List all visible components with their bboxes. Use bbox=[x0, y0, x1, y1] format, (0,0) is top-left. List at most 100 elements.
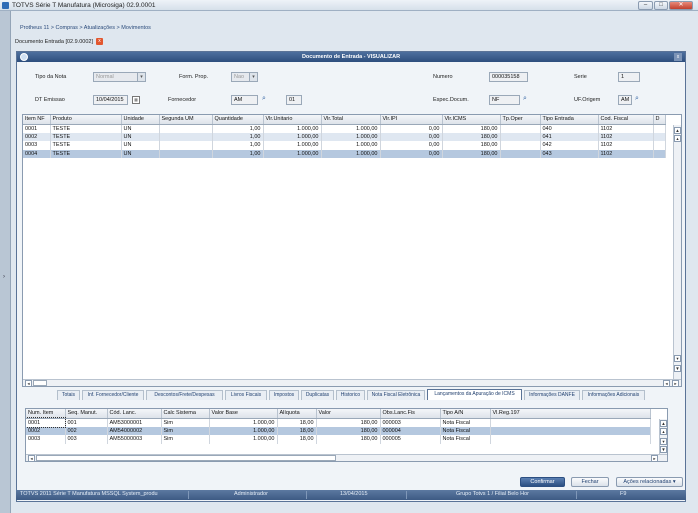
cell[interactable]: 1.000,00 bbox=[263, 149, 322, 158]
col-header[interactable]: Vlr.Unitario bbox=[263, 115, 322, 125]
cell[interactable]: 0003 bbox=[23, 141, 51, 150]
chevron-down-icon[interactable]: ▾ bbox=[249, 73, 257, 81]
tab-historico[interactable]: Historico bbox=[336, 390, 365, 400]
col-header[interactable]: Obs.Lanc.Fis bbox=[380, 409, 441, 419]
cell[interactable]: 0002 bbox=[23, 132, 51, 141]
icms-horizontal-scrollbar[interactable]: ◂ ▸ bbox=[26, 454, 667, 461]
cell[interactable] bbox=[159, 132, 213, 141]
tab-nfe[interactable]: Nota Fiscal Eletrônica bbox=[367, 390, 425, 400]
tab-informacoes-danfe[interactable]: Informações DANFE bbox=[524, 390, 580, 400]
col-header[interactable]: Tipo A/N bbox=[440, 409, 491, 419]
cell[interactable]: 180,00 bbox=[442, 149, 501, 158]
cell[interactable]: 1102 bbox=[598, 149, 654, 158]
tab-informacoes-adicionais[interactable]: Informações Adicionais bbox=[582, 390, 645, 400]
close-document-tab-icon[interactable]: x bbox=[95, 38, 103, 45]
col-header[interactable]: Vlr.IPI bbox=[380, 115, 443, 125]
document-tab-label[interactable]: Documento Entrada [02.9.0002] bbox=[15, 39, 93, 45]
confirm-button[interactable]: Confirmar bbox=[520, 477, 565, 487]
cell[interactable]: 0001 bbox=[26, 417, 66, 428]
col-header[interactable]: Vlr.ICMS bbox=[442, 115, 501, 125]
cell[interactable]: 041 bbox=[540, 132, 599, 141]
document-tab[interactable]: Documento Entrada [02.9.0002] x bbox=[15, 38, 103, 48]
cell[interactable]: AM55000003 bbox=[107, 435, 162, 444]
tab-inf-fornecedor[interactable]: Inf. Fornecedor/Cliente bbox=[82, 390, 144, 400]
cell[interactable]: 0004 bbox=[23, 149, 51, 158]
uf-origem-search-icon[interactable]: ⌕ bbox=[635, 95, 643, 103]
cell[interactable]: 042 bbox=[540, 141, 599, 150]
cell[interactable]: Sim bbox=[161, 426, 210, 435]
form-prop-select[interactable]: Nao ▾ bbox=[231, 72, 258, 82]
cell[interactable]: 043 bbox=[540, 149, 599, 158]
cell[interactable]: TESTE bbox=[50, 132, 122, 141]
cell[interactable] bbox=[653, 149, 666, 158]
table-row[interactable]: 0001 001 AM53000001 Sim 1.000,00 18,00 1… bbox=[26, 417, 651, 428]
col-header[interactable]: Produto bbox=[50, 115, 122, 125]
cell[interactable] bbox=[653, 132, 666, 141]
cell[interactable]: 180,00 bbox=[442, 124, 501, 133]
cell[interactable]: 180,00 bbox=[316, 418, 381, 427]
scroll-left-icon[interactable]: ◂ bbox=[28, 455, 35, 461]
col-header[interactable]: Cód. Lanc. bbox=[107, 409, 162, 419]
tab-livros-fiscais[interactable]: Livros Fiscais bbox=[225, 390, 267, 400]
cell[interactable]: 180,00 bbox=[442, 132, 501, 141]
cell[interactable]: 0,00 bbox=[380, 149, 443, 158]
icms-vertical-scrollbar[interactable]: ▲ ▴ ▾ ▼ bbox=[659, 419, 667, 455]
close-button[interactable]: Fechar bbox=[571, 477, 609, 487]
espec-docum-field[interactable]: NF bbox=[489, 95, 520, 105]
col-header[interactable]: Calc Sistema bbox=[161, 409, 210, 419]
fornecedor-loja-field[interactable]: 01 bbox=[286, 95, 302, 105]
cell[interactable]: 040 bbox=[540, 124, 599, 133]
cell[interactable] bbox=[159, 149, 213, 158]
cell[interactable]: 1,00 bbox=[212, 124, 264, 133]
dialog-close-button[interactable]: x bbox=[674, 53, 682, 61]
fornecedor-search-icon[interactable]: ⌕ bbox=[262, 95, 270, 103]
tab-lancamentos-icms[interactable]: Lançamentos da Apuração de ICMS bbox=[427, 389, 522, 400]
scroll-down-icon[interactable]: ▾ bbox=[674, 355, 681, 362]
cell[interactable]: TESTE bbox=[50, 124, 122, 133]
cell[interactable]: 1.000,00 bbox=[321, 141, 381, 150]
cell[interactable] bbox=[490, 426, 651, 435]
cell[interactable]: Sim bbox=[161, 418, 210, 427]
col-header[interactable]: Vl.Reg.197 bbox=[490, 409, 651, 419]
scroll-left-icon[interactable]: ◂ bbox=[25, 380, 32, 386]
scroll-right-icon[interactable]: ▸ bbox=[672, 380, 679, 386]
cell[interactable]: 1.000,00 bbox=[263, 124, 322, 133]
cell[interactable]: 002 bbox=[65, 426, 108, 435]
cell[interactable]: 001 bbox=[65, 418, 108, 427]
breadcrumb[interactable]: Protheus 11 > Compras > Atualizações > M… bbox=[20, 25, 151, 31]
table-row[interactable]: 0003 TESTE UN 1,00 1.000,00 1.000,00 0,0… bbox=[23, 141, 666, 150]
scroll-left-step-icon[interactable]: ◂ bbox=[663, 380, 670, 386]
tipo-nota-select[interactable]: Normal ▾ bbox=[93, 72, 146, 82]
cell[interactable]: 000005 bbox=[380, 435, 441, 444]
dt-emissao-field[interactable]: 10/04/2015 bbox=[93, 95, 128, 105]
cell[interactable]: 000004 bbox=[380, 426, 441, 435]
cell[interactable]: 1.000,00 bbox=[321, 124, 381, 133]
col-header[interactable]: Unidade bbox=[121, 115, 160, 125]
cell[interactable]: 1,00 bbox=[212, 141, 264, 150]
scroll-up-icon[interactable]: ▴ bbox=[674, 135, 681, 142]
col-header[interactable]: Vlr.Total bbox=[321, 115, 381, 125]
cell[interactable]: UN bbox=[121, 149, 160, 158]
cell[interactable]: AM53000001 bbox=[107, 418, 162, 427]
related-actions-button[interactable]: Ações relacionadas ▾ bbox=[616, 477, 683, 487]
scroll-bottom-icon[interactable]: ▼ bbox=[674, 365, 681, 372]
cell[interactable]: UN bbox=[121, 141, 160, 150]
tab-descontos[interactable]: Descontos/Frete/Despesas bbox=[146, 390, 223, 400]
close-window-button[interactable]: ✕ bbox=[669, 1, 693, 10]
col-header[interactable]: Cod. Fiscal bbox=[598, 115, 654, 125]
expand-panel-icon[interactable]: › bbox=[3, 274, 8, 283]
cell[interactable]: 180,00 bbox=[316, 435, 381, 444]
table-row[interactable]: 0002 TESTE UN 1,00 1.000,00 1.000,00 0,0… bbox=[23, 132, 666, 141]
cell[interactable]: Sim bbox=[161, 435, 210, 444]
cell[interactable]: 1102 bbox=[598, 141, 654, 150]
icms-grid[interactable]: Num. Item Seq. Manut. Cód. Lanc. Calc Si… bbox=[25, 408, 668, 462]
scroll-top-icon[interactable]: ▲ bbox=[674, 127, 681, 134]
tab-totais[interactable]: Totais bbox=[57, 390, 80, 400]
chevron-down-icon[interactable]: ▾ bbox=[137, 73, 145, 81]
col-header[interactable]: Seq. Manut. bbox=[65, 409, 108, 419]
cell[interactable]: 1.000,00 bbox=[321, 132, 381, 141]
scroll-down-icon[interactable]: ▾ bbox=[660, 438, 667, 445]
cell[interactable]: 1.000,00 bbox=[209, 418, 278, 427]
uf-origem-field[interactable]: AM bbox=[618, 95, 632, 105]
items-vertical-scrollbar[interactable]: ▲ ▴ ▾ ▼ bbox=[673, 125, 681, 379]
